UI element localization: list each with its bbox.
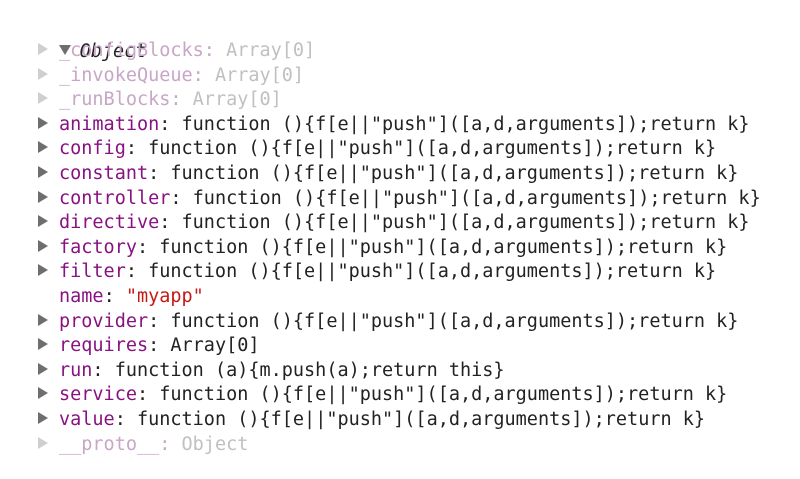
property-value: function (){f[e||"push"]([a,d,arguments]… [192,187,761,209]
property-row-runblocks[interactable]: _runBlocks: Array[0] [38,88,282,112]
property-separator: : [148,163,171,184]
property-value: function (){f[e||"push"]([a,d,arguments]… [170,163,739,184]
property-key: filter [59,261,126,283]
property-value: function (){f[e||"push"]([a,d,arguments]… [159,384,728,406]
triangle-right-icon[interactable] [38,264,48,277]
property-separator: : [148,310,171,332]
triangle-right-icon[interactable] [38,43,48,55]
property-separator: : [125,138,149,160]
property-key: _runBlocks [59,89,171,111]
property-key: _configBlocks [59,40,204,61]
property-key: _invokeQueue [59,64,193,86]
property-row-run[interactable]: run: function (a){m.push(a);return this} [38,359,505,383]
triangle-right-icon[interactable] [38,362,48,375]
property-key: provider [59,310,149,332]
property-separator: : [159,113,182,135]
property-row-filter[interactable]: filter: function (){f[e||"push"]([a,d,ar… [38,260,716,284]
property-separator: : [114,409,137,430]
triangle-right-icon[interactable] [38,338,48,351]
property-row-directive[interactable]: directive: function (){f[e||"push"]([a,d… [38,211,750,235]
property-value: Array[0] [226,40,316,61]
property-separator: : [136,236,160,258]
property-value: "myapp" [125,286,204,307]
property-value: function (){f[e||"push"]([a,d,arguments]… [148,138,717,160]
property-value: function (){f[e||"push"]([a,d,arguments]… [181,212,750,234]
property-separator: : [159,212,182,234]
triangle-right-icon[interactable] [38,387,48,400]
property-row-configblocks[interactable]: _configBlocks: Array[0] [38,39,315,63]
property-key: factory [59,236,137,258]
property-row-proto[interactable]: __proto__: Object [38,433,248,457]
triangle-right-icon[interactable] [38,412,48,424]
property-key: __proto__ [59,433,160,455]
property-separator: : [103,286,126,307]
property-key: service [59,384,137,406]
property-value: Array[0] [192,89,282,111]
property-value: function (){f[e||"push"]([a,d,arguments]… [181,113,750,135]
property-row-animation[interactable]: animation: function (){f[e||"push"]([a,d… [38,113,750,137]
property-row-factory[interactable]: factory: function (){f[e||"push"]([a,d,a… [38,236,727,260]
property-row-value[interactable]: value: function (){f[e||"push"]([a,d,arg… [38,408,705,432]
triangle-right-icon[interactable] [38,166,48,178]
property-key: value [59,409,115,430]
property-value: function (){f[e||"push"]([a,d,arguments]… [159,236,728,258]
property-row-service[interactable]: service: function (){f[e||"push"]([a,d,a… [38,383,727,407]
property-value: function (){f[e||"push"]([a,d,arguments]… [136,409,706,430]
property-value: function (){f[e||"push"]([a,d,arguments]… [148,261,717,283]
property-row-invokequeue[interactable]: _invokeQueue: Array[0] [38,64,304,88]
property-key: constant [59,163,149,184]
property-key: animation [59,113,160,135]
triangle-right-icon[interactable] [38,313,48,326]
property-key: directive [59,212,160,234]
property-row-controller[interactable]: controller: function (){f[e||"push"]([a,… [38,187,761,211]
object-root-row[interactable]: Object [14,16,146,62]
property-value: Array[0] [214,64,305,86]
property-separator: : [159,433,182,455]
triangle-right-icon[interactable] [38,215,48,228]
property-separator: : [125,261,149,283]
property-key: run [59,359,93,381]
triangle-right-icon[interactable] [38,67,48,80]
property-row-constant[interactable]: constant: function (){f[e||"push"]([a,d,… [38,162,738,186]
triangle-right-icon[interactable] [38,239,48,252]
property-separator: : [192,64,215,86]
property-separator: : [92,359,115,381]
property-row-config[interactable]: config: function (){f[e||"push"]([a,d,ar… [38,137,716,161]
triangle-right-icon[interactable] [38,436,48,449]
property-key: requires [59,335,149,357]
triangle-right-icon[interactable] [38,92,48,105]
triangle-right-icon[interactable] [38,190,48,203]
property-key: config [59,138,126,160]
property-key: name [59,286,104,307]
console-object-tree: Object _configBlocks: Array[0] _invokeQue… [0,0,800,479]
property-separator: : [170,89,193,111]
property-separator: : [170,187,193,209]
triangle-right-icon[interactable] [38,141,48,154]
property-row-provider[interactable]: provider: function (){f[e||"push"]([a,d,… [38,310,738,334]
triangle-right-icon[interactable] [38,116,48,129]
property-row-name: name: "myapp" [38,285,204,309]
property-value: function (){f[e||"push"]([a,d,arguments]… [170,310,739,332]
property-separator: : [148,335,171,357]
property-value: Object [181,433,249,455]
property-value: Array[0] [170,335,260,357]
property-value: function (a){m.push(a);return this} [114,359,505,381]
property-row-requires[interactable]: requires: Array[0] [38,334,260,358]
property-separator: : [203,40,227,61]
property-key: controller [59,187,171,209]
property-separator: : [136,384,160,406]
